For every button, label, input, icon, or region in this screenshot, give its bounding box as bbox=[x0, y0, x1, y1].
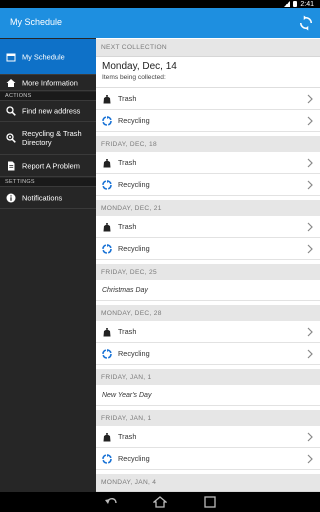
back-icon[interactable] bbox=[104, 496, 118, 508]
list-item-label: Recycling bbox=[118, 454, 150, 463]
signal-icon bbox=[284, 1, 291, 7]
recycle-icon bbox=[102, 349, 112, 359]
sidebar-item-label: Notifications bbox=[22, 193, 63, 202]
sidebar-item-more-information[interactable]: More Information bbox=[0, 75, 96, 91]
list-item-recycling[interactable]: Recycling bbox=[96, 110, 320, 132]
recycle-icon bbox=[102, 244, 112, 254]
schedule-list: NEXT COLLECTION Monday, Dec, 14 Items be… bbox=[96, 38, 320, 492]
list-item-trash[interactable]: Trash bbox=[96, 321, 320, 343]
holiday-row: New Year's Day bbox=[96, 385, 320, 406]
recent-apps-icon[interactable] bbox=[203, 496, 217, 508]
chevron-right-icon bbox=[307, 116, 313, 126]
next-collection-date: Monday, Dec, 14 bbox=[102, 61, 177, 72]
clock: 2:41 bbox=[300, 0, 314, 8]
chevron-right-icon bbox=[307, 180, 313, 190]
sidebar-item-find-new-address[interactable]: Find new address bbox=[0, 101, 96, 122]
chevron-right-icon bbox=[307, 349, 313, 359]
sidebar-item-label: More Information bbox=[22, 78, 78, 87]
chevron-right-icon bbox=[307, 244, 313, 254]
sidebar-item-label: Recycling & Trash Directory bbox=[22, 129, 82, 147]
trash-bag-icon bbox=[103, 95, 111, 104]
chevron-right-icon bbox=[307, 432, 313, 442]
app-title: My Schedule bbox=[10, 17, 63, 27]
next-collection-subtitle: Items being collected: bbox=[102, 74, 166, 81]
sidebar-item-label: Find new address bbox=[22, 106, 81, 116]
home-nav-icon[interactable] bbox=[153, 496, 167, 508]
list-item-label: Recycling bbox=[118, 116, 150, 125]
list-item-trash[interactable]: Trash bbox=[96, 426, 320, 448]
list-item-label: Recycling bbox=[118, 244, 150, 253]
calendar-icon bbox=[6, 53, 16, 61]
next-collection-card: Monday, Dec, 14 Items being collected: bbox=[96, 57, 320, 88]
sidebar-item-label: My Schedule bbox=[22, 52, 65, 61]
list-item-label: Recycling bbox=[118, 180, 150, 189]
search-icon bbox=[6, 106, 16, 116]
report-icon bbox=[8, 161, 15, 170]
trash-bag-icon bbox=[103, 223, 111, 232]
sidebar-item-report-a-problem[interactable]: Report A Problem bbox=[0, 155, 96, 177]
list-item-label: Trash bbox=[118, 222, 137, 231]
info-icon bbox=[6, 193, 16, 202]
sidebar-item-label: Report A Problem bbox=[22, 161, 80, 170]
sidebar-header-actions: ACTIONS bbox=[0, 92, 96, 101]
list-item-label: Trash bbox=[118, 432, 137, 441]
section-header: MONDAY, JAN, 4 bbox=[96, 474, 320, 492]
recycle-icon bbox=[102, 116, 112, 126]
chevron-right-icon bbox=[307, 94, 313, 104]
sidebar-item-notifications[interactable]: Notifications bbox=[0, 187, 96, 209]
list-item-recycling[interactable]: Recycling bbox=[96, 448, 320, 470]
action-bar: My Schedule bbox=[0, 8, 320, 38]
list-item-label: Trash bbox=[118, 327, 137, 336]
recycle-icon bbox=[102, 180, 112, 190]
list-item-label: Trash bbox=[118, 158, 137, 167]
chevron-right-icon bbox=[307, 222, 313, 232]
trash-bag-icon bbox=[103, 159, 111, 168]
chevron-right-icon bbox=[307, 327, 313, 337]
chevron-right-icon bbox=[307, 158, 313, 168]
list-item-trash[interactable]: Trash bbox=[96, 152, 320, 174]
trash-bag-icon bbox=[103, 433, 111, 442]
holiday-label: Christmas Day bbox=[102, 287, 148, 294]
home-icon bbox=[6, 78, 16, 87]
list-item-recycling[interactable]: Recycling bbox=[96, 238, 320, 260]
sidebar-item-my-schedule[interactable]: My Schedule bbox=[0, 39, 96, 75]
list-item-recycling[interactable]: Recycling bbox=[96, 174, 320, 196]
magnify-icon bbox=[6, 133, 16, 143]
nav-drawer: My Schedule More Information ACTIONS Fin… bbox=[0, 38, 96, 492]
list-item-trash[interactable]: Trash bbox=[96, 88, 320, 110]
sidebar-header-settings: SETTINGS bbox=[0, 178, 96, 187]
list-item-trash[interactable]: Trash bbox=[96, 216, 320, 238]
section-header: NEXT COLLECTION bbox=[96, 39, 320, 57]
list-item-label: Trash bbox=[118, 94, 137, 103]
sidebar-item-directory[interactable]: Recycling & Trash Directory bbox=[0, 122, 96, 155]
list-item-label: Recycling bbox=[118, 349, 150, 358]
status-bar: 2:41 bbox=[0, 0, 320, 8]
recycle-icon bbox=[102, 454, 112, 464]
chevron-right-icon bbox=[307, 454, 313, 464]
holiday-row: Christmas Day bbox=[96, 280, 320, 301]
system-nav-bar bbox=[0, 492, 320, 512]
trash-bag-icon bbox=[103, 328, 111, 337]
list-item-recycling[interactable]: Recycling bbox=[96, 343, 320, 365]
holiday-label: New Year's Day bbox=[102, 392, 152, 399]
refresh-icon[interactable] bbox=[297, 14, 315, 32]
battery-icon bbox=[293, 1, 298, 7]
